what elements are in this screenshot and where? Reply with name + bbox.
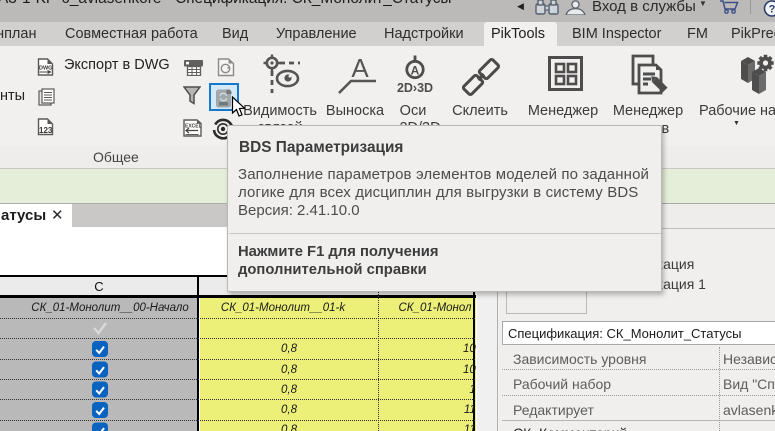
svg-text:?: ? [769,4,775,16]
svg-text:A: A [411,64,420,78]
svg-text:2D›3D: 2D›3D [397,81,433,94]
svg-text:DWG: DWG [39,66,52,72]
svg-text:123: 123 [39,126,53,135]
svg-text:A: A [351,54,369,83]
